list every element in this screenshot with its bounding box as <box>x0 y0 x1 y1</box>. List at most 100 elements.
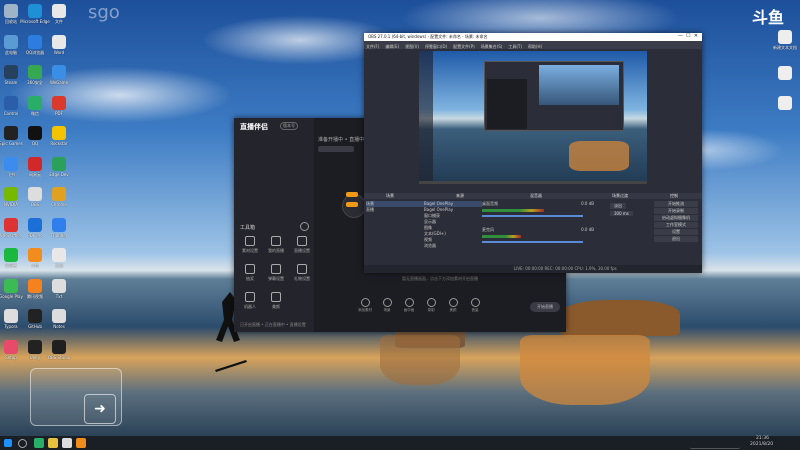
app-icon <box>52 309 66 323</box>
bottom-tool[interactable]: 添加素材 <box>354 298 376 313</box>
assistant-menu-item[interactable]: 弹幕设置 <box>264 264 288 282</box>
tool-label: 场景 <box>383 308 391 312</box>
desktop: sgo 斗鱼 回收站 Microsoft Edge 文件 此电脑 QQ浏览器 Word St… <box>0 0 800 436</box>
version-badge[interactable]: 版本号 <box>280 122 298 130</box>
rock-formation <box>560 300 680 336</box>
mixer-channel-db: 0.0 dB <box>581 227 594 232</box>
scene-list: 场景 直播 <box>366 201 424 213</box>
desktop-icon[interactable]: Word <box>44 34 74 55</box>
menu-item-icon <box>297 236 307 246</box>
desktop-icon-blank[interactable] <box>770 96 800 110</box>
rock-reflection <box>520 335 650 405</box>
menu-item-icon <box>245 264 255 274</box>
start-live-button[interactable]: 开始直播 <box>530 302 560 312</box>
bottom-tool[interactable]: 场景 <box>376 298 398 313</box>
tools-settings-icon[interactable] <box>300 222 309 231</box>
app-icon <box>28 278 42 293</box>
obs-menu-item[interactable]: 帮助(H) <box>528 44 542 49</box>
app-icon <box>4 187 18 201</box>
menu-item-icon <box>271 264 281 274</box>
assistant-menu-item[interactable]: 我的直播 <box>264 236 288 254</box>
menu-item-label: 素材设置 <box>242 248 258 253</box>
desktop-icon[interactable]: Rockstar <box>44 126 74 146</box>
obs-menu-item[interactable]: 停靠窗口(D) <box>425 44 447 49</box>
source-item[interactable]: 浏览器 <box>424 243 482 249</box>
desktop-icon[interactable]: Chrome <box>44 187 74 207</box>
obs-control-button[interactable]: 启动虚拟摄像机 <box>654 215 698 221</box>
obs-controls: 开始推流 开始录制 启动虚拟摄像机 工作室模式 设置 退出 <box>654 201 698 243</box>
desktop-icon-label: Txt <box>55 293 63 299</box>
taskbar-app-icon[interactable] <box>76 438 86 448</box>
obs-window[interactable]: OBS 27.0.1 (64-bit, windows) - 配置文件: 未命名… <box>364 33 702 273</box>
taskbar-date[interactable]: 2021/8/20 <box>750 442 773 447</box>
obs-menu-item[interactable]: 视图(V) <box>405 44 419 49</box>
scene-item[interactable]: 直播 <box>366 207 424 213</box>
desktop-icon[interactable]: WeGame <box>44 65 74 85</box>
app-icon <box>4 34 18 49</box>
assistant-menu-item[interactable]: 素材设置 <box>238 236 262 254</box>
menu-item-label: 礼物设置 <box>294 276 310 281</box>
taskbar-app-icon[interactable] <box>34 438 44 448</box>
desktop-icon[interactable]: PDF <box>44 95 74 116</box>
obs-menu-item[interactable]: 编辑(E) <box>385 44 399 49</box>
app-icon <box>4 248 18 262</box>
obs-control-button[interactable]: 退出 <box>654 236 698 242</box>
app-icon <box>28 34 42 49</box>
desktop-icon[interactable]: Notes <box>44 309 74 329</box>
tool-label: 添加素材 <box>358 308 372 312</box>
start-windows-icon[interactable] <box>4 439 12 447</box>
bottom-tool[interactable]: 画中画 <box>398 298 420 313</box>
taskbar-app-icon[interactable] <box>62 438 72 448</box>
obs-menu-item[interactable]: 文件(F) <box>366 44 379 49</box>
obs-control-button[interactable]: 工作室模式 <box>654 222 698 228</box>
volume-slider[interactable] <box>482 215 583 217</box>
mixer-channel: 桌面音频 0.0 dB <box>482 201 594 227</box>
controls-panel-title: 控制 <box>670 193 678 198</box>
audio-mixer: 桌面音频 0.0 dB 麦克风 0.0 dB <box>482 201 594 253</box>
obs-control-button[interactable]: 开始推流 <box>654 201 698 207</box>
desktop-icon-text-file[interactable]: 新建文本文档 <box>770 30 800 50</box>
desktop-icon[interactable]: 文档 <box>44 248 74 268</box>
obs-control-button[interactable]: 设置 <box>654 229 698 235</box>
desktop-icon[interactable]: Edge Dev <box>44 156 74 177</box>
desktop-icon[interactable]: 文件 <box>44 4 74 24</box>
obs-preview-scrollbar[interactable] <box>419 181 647 184</box>
transition-type[interactable]: 淡出 <box>610 203 626 209</box>
system-tray-icons[interactable] <box>690 438 740 449</box>
desktop-icon-label: OBS Studio <box>47 354 71 360</box>
assistant-menu-item[interactable]: 机器人 <box>238 292 262 310</box>
taskbar-app-icon[interactable] <box>48 438 58 448</box>
taskbar-time[interactable]: 21:36 <box>756 436 769 441</box>
desktop-icon[interactable]: Txt <box>44 278 74 299</box>
stream-tab-pill[interactable] <box>318 146 354 152</box>
window-controls[interactable]: — ☐ ✕ <box>678 33 698 39</box>
assistant-menu-item[interactable]: 礼物设置 <box>290 264 314 282</box>
assistant-menu-item[interactable]: 抽奖 <box>238 264 262 282</box>
obs-control-button[interactable]: 开始录制 <box>654 208 698 214</box>
app-icon <box>52 4 66 18</box>
bottom-tool[interactable]: 美颜 <box>442 298 464 313</box>
app-icon <box>52 217 66 232</box>
app-icon <box>28 156 42 171</box>
obs-menu-item[interactable]: 工具(T) <box>508 44 522 49</box>
app-icon <box>52 126 66 140</box>
obs-menu-item[interactable]: 配置文件(P) <box>453 44 475 49</box>
obs-preview[interactable] <box>419 51 647 181</box>
tool-label: 画中画 <box>403 308 415 312</box>
obs-menu-item[interactable]: 场景集合(S) <box>481 44 503 49</box>
desktop-icon[interactable]: Thunder <box>44 217 74 238</box>
volume-slider[interactable] <box>482 241 583 243</box>
menu-item-icon <box>245 292 255 302</box>
tools-label: 工具箱 <box>240 225 256 231</box>
arrow-right-icon[interactable]: ➜ <box>84 394 116 424</box>
bottom-tool[interactable]: 录制 <box>420 298 442 313</box>
desktop-icon-label: Edge Dev <box>49 171 69 177</box>
assistant-menu-item[interactable]: 美颜 <box>264 292 288 310</box>
desktop-icon-blank[interactable] <box>770 66 800 80</box>
assistant-menu-item[interactable]: 直播设置 <box>290 236 314 254</box>
bottom-tool[interactable]: 音量 <box>464 298 486 313</box>
transition-duration[interactable]: 300 ms <box>610 211 633 216</box>
search-icon[interactable] <box>18 439 27 448</box>
menu-item-label: 美颜 <box>272 304 280 309</box>
desktop-icon[interactable]: OBS Studio <box>44 339 74 360</box>
